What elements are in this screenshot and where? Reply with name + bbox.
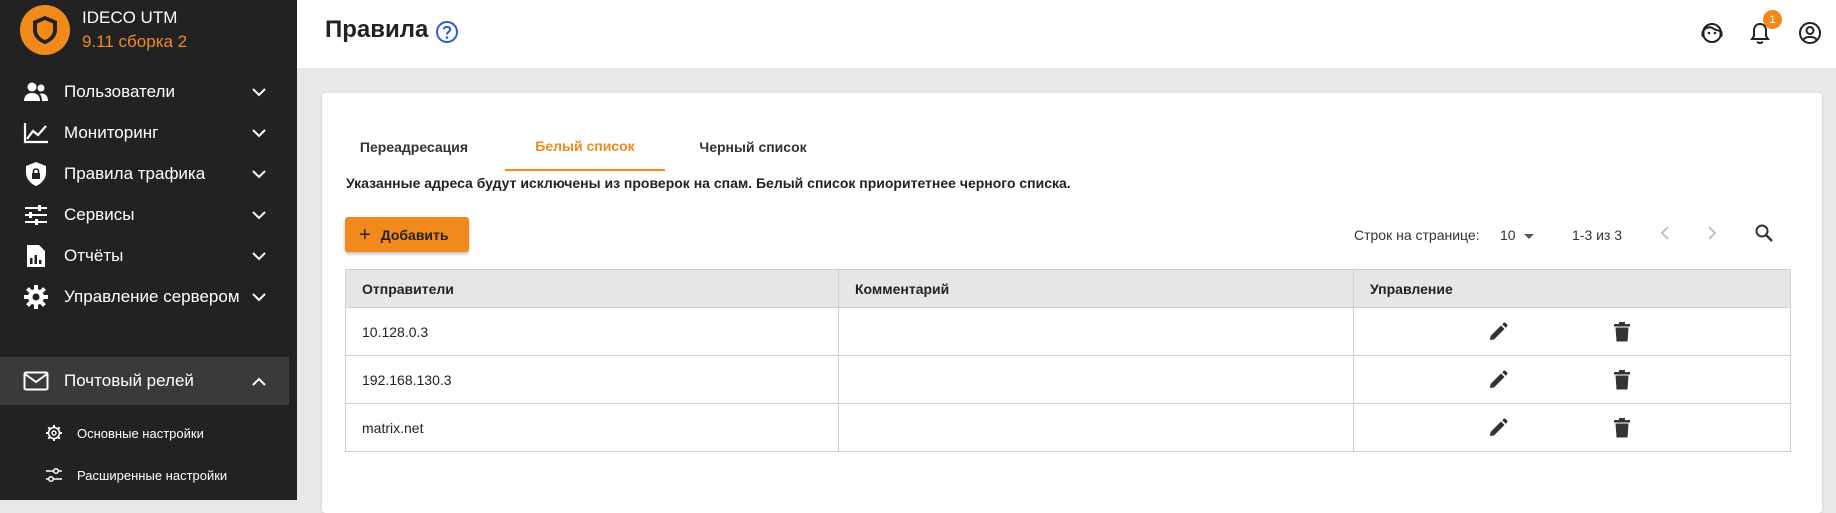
sender-cell: 192.168.130.3 <box>346 356 839 403</box>
chevron-right-icon <box>1707 226 1717 243</box>
actions-cell <box>1354 404 1790 451</box>
column-header-actions: Управление <box>1370 280 1453 297</box>
add-button-label: Добавить <box>380 226 449 243</box>
top-bar: Правила 1 <box>297 0 1836 68</box>
comment-cell <box>839 308 1354 355</box>
chevron-up-icon <box>249 371 269 391</box>
description-text: Указанные адреса будут исключены из пров… <box>346 175 1071 191</box>
tab-forwarding[interactable]: Переадресация <box>346 123 482 171</box>
sidebar-subitem-advanced-settings[interactable]: Расширенные настройки <box>0 454 289 496</box>
gear-icon <box>22 283 50 311</box>
actions-cell <box>1354 308 1790 355</box>
tab-blacklist[interactable]: Черный список <box>688 123 818 171</box>
sidebar-item-label: Отчёты <box>64 246 124 265</box>
pagination-range: 1-3 из 3 <box>1572 226 1623 243</box>
chart-line-icon <box>22 119 50 147</box>
brand-name: IDECO UTM <box>82 8 178 27</box>
comment-cell <box>839 356 1354 403</box>
table-row: 10.128.0.3 <box>346 307 1790 355</box>
page-title: Правила <box>325 16 429 43</box>
prev-page-button[interactable] <box>1660 217 1670 252</box>
sidebar: IDECO UTM 9.11 сборка 2 Пользователи Мон… <box>0 0 297 500</box>
caret-down-icon <box>1523 227 1534 243</box>
mail-icon <box>22 367 50 395</box>
search-icon <box>1754 223 1774 246</box>
account-icon[interactable] <box>1797 20 1823 46</box>
chevron-down-icon <box>249 246 269 266</box>
brand: IDECO UTM 9.11 сборка 2 <box>20 5 187 55</box>
support-agent-icon[interactable] <box>1699 20 1725 46</box>
chevron-down-icon <box>249 123 269 143</box>
add-button[interactable]: + Добавить <box>345 217 469 252</box>
sidebar-item-label: Почтовый релей <box>64 371 194 390</box>
content-card: Переадресация Белый список Черный список… <box>322 93 1822 513</box>
table-row: 192.168.130.3 <box>346 355 1790 403</box>
shield-lock-icon <box>22 160 50 188</box>
edit-icon[interactable] <box>1484 356 1512 403</box>
column-header-senders[interactable]: Отправители <box>346 270 839 307</box>
sidebar-item-label: Пользователи <box>64 82 175 101</box>
sidebar-item-label: Мониторинг <box>64 123 159 142</box>
sidebar-item-label: Правила трафика <box>64 164 206 183</box>
comment-cell <box>839 404 1354 451</box>
sliders-icon <box>43 464 65 486</box>
help-icon[interactable] <box>435 20 461 46</box>
sidebar-subitem-basic-settings[interactable]: Основные настройки <box>0 412 289 454</box>
gear-icon <box>43 422 65 444</box>
chevron-down-icon <box>249 205 269 225</box>
next-page-button[interactable] <box>1707 217 1717 252</box>
sidebar-item-label: Управление сервером <box>64 287 240 306</box>
rows-per-page-value: 10 <box>1500 226 1516 243</box>
senders-table: Отправители Комментарий Управление 10.12… <box>345 269 1791 452</box>
sender-cell: matrix.net <box>346 404 839 451</box>
sidebar-item-server-management[interactable]: Управление сервером <box>0 273 289 321</box>
column-header-comment[interactable]: Комментарий <box>839 270 1354 307</box>
delete-icon[interactable] <box>1608 356 1636 403</box>
logo-icon <box>20 5 70 55</box>
sidebar-subitem-label: Расширенные настройки <box>77 467 228 483</box>
search-button[interactable] <box>1754 217 1774 252</box>
chevron-left-icon <box>1660 226 1670 243</box>
table-row: matrix.net <box>346 403 1790 451</box>
sidebar-item-mail-relay[interactable]: Почтовый релей <box>0 357 289 405</box>
edit-icon[interactable] <box>1484 404 1512 451</box>
notification-badge: 1 <box>1763 10 1782 29</box>
sender-cell: 10.128.0.3 <box>346 308 839 355</box>
sliders-icon <box>22 201 50 229</box>
delete-icon[interactable] <box>1608 404 1636 451</box>
rows-per-page-label: Строк на странице: <box>1354 226 1480 243</box>
users-icon <box>22 78 50 106</box>
rows-per-page-select[interactable]: 10 <box>1500 217 1534 252</box>
sidebar-subitem-label: Основные настройки <box>77 425 204 441</box>
report-icon <box>22 242 50 270</box>
edit-icon[interactable] <box>1484 308 1512 355</box>
plus-icon: + <box>359 223 371 246</box>
chevron-down-icon <box>249 82 269 102</box>
brand-version: 9.11 сборка 2 <box>82 32 188 51</box>
tab-whitelist[interactable]: Белый список <box>505 123 665 171</box>
delete-icon[interactable] <box>1608 308 1636 355</box>
chevron-down-icon <box>249 287 269 307</box>
actions-cell <box>1354 356 1790 403</box>
sidebar-item-label: Сервисы <box>64 205 135 224</box>
chevron-down-icon <box>249 164 269 184</box>
table-header: Отправители Комментарий Управление <box>346 270 1790 307</box>
